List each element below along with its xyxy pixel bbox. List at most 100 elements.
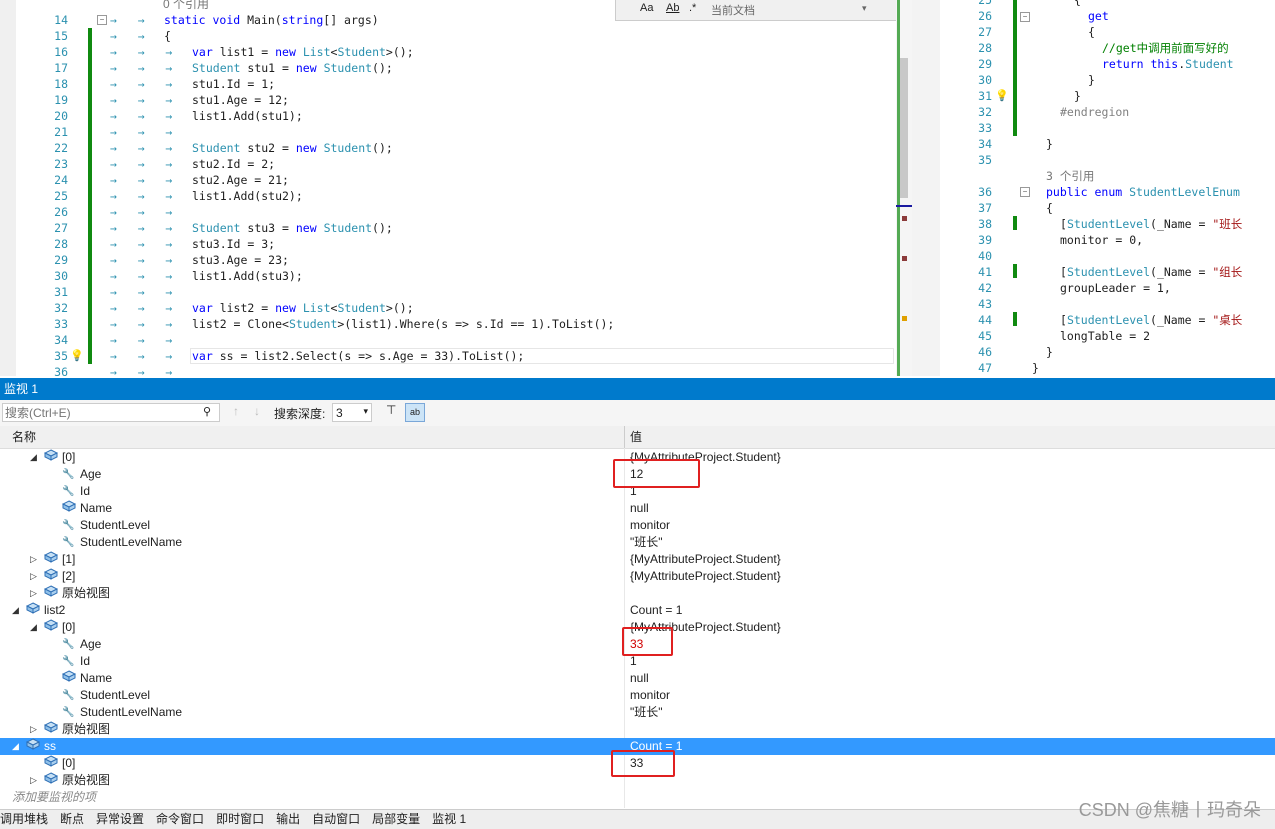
code-line[interactable]: 31} — [940, 88, 1275, 104]
code-line[interactable]: 34 → → → — [0, 332, 890, 348]
add-watch-hint[interactable]: 添加要监视的项 — [12, 788, 96, 805]
expand-arrow-icon[interactable]: ▷ — [30, 585, 37, 602]
match-case-icon[interactable]: Aa — [640, 2, 653, 14]
code-line[interactable]: 38 [StudentLevel(_Name = "班长 — [940, 216, 1275, 232]
code-line[interactable]: 44 [StudentLevel(_Name = "桌长 — [940, 312, 1275, 328]
search-box[interactable]: ⚲ — [2, 403, 220, 422]
column-divider[interactable] — [624, 426, 625, 448]
lightbulb-icon[interactable]: 💡 — [70, 349, 84, 362]
code-line[interactable]: 17 → → → Student stu1 = new Student(); — [0, 60, 890, 76]
code-line[interactable]: 20 → → → list1.Add(stu1); — [0, 108, 890, 124]
bottom-tab[interactable]: 局部变量 — [372, 812, 420, 826]
bottom-tab[interactable]: 命令窗口 — [156, 812, 204, 826]
code-editor-right[interactable]: 25 {26 get 27 {28 //get中调用前面写好的 29 return this.… — [940, 0, 1275, 376]
collapse-icon[interactable]: − — [1020, 12, 1030, 22]
pin-icon[interactable]: ⊤ — [386, 403, 396, 417]
code-line[interactable]: 19 → → → stu1.Age = 12; — [0, 92, 890, 108]
expand-arrow-icon[interactable]: ▷ — [30, 568, 37, 585]
code-line[interactable]: 43 — [940, 296, 1275, 312]
search-icon[interactable]: ⚲ — [203, 405, 211, 418]
arrow-down-icon[interactable]: ↓ — [254, 404, 260, 418]
watch-item-value[interactable]: "班长" — [630, 704, 663, 721]
watch-row[interactable]: ◢ list2 Count = 1 — [0, 602, 1275, 619]
bottom-tab[interactable]: 即时窗口 — [216, 812, 264, 826]
code-line[interactable]: 37 { — [940, 200, 1275, 216]
scope-select[interactable]: 当前文档 — [711, 2, 755, 18]
search-input[interactable] — [3, 404, 187, 421]
watch-item-value[interactable]: "班长" — [630, 534, 663, 551]
watch-item-value[interactable]: monitor — [630, 517, 670, 534]
watch-item-value[interactable]: monitor — [630, 687, 670, 704]
code-line[interactable]: 39 monitor = 0, — [940, 232, 1275, 248]
code-line[interactable]: 3 个引用 — [940, 168, 1275, 184]
bottom-tab[interactable]: 自动窗口 — [312, 812, 360, 826]
code-line[interactable]: 15 → → { — [0, 28, 890, 44]
code-line[interactable]: 33 — [940, 120, 1275, 136]
code-line[interactable]: 41 [StudentLevel(_Name = "组长 — [940, 264, 1275, 280]
watch-item-value[interactable]: Count = 1 — [630, 602, 682, 619]
code-line[interactable]: 34} — [940, 136, 1275, 152]
whole-word-icon[interactable]: Ab — [666, 2, 679, 14]
bottom-tab[interactable]: 异常设置 — [96, 812, 144, 826]
code-line[interactable]: 46} — [940, 344, 1275, 360]
collapse-arrow-icon[interactable]: ◢ — [12, 738, 19, 755]
code-line[interactable]: 28 → → → stu3.Id = 3; — [0, 236, 890, 252]
code-line[interactable]: 32 → → → var list2 = new List<Student>(); — [0, 300, 890, 316]
code-line[interactable]: 40 — [940, 248, 1275, 264]
collapse-arrow-icon[interactable]: ◢ — [30, 619, 37, 636]
expand-arrow-icon[interactable]: ▷ — [30, 721, 37, 738]
bottom-tab[interactable]: 监视 1 — [432, 812, 466, 826]
watch-row[interactable]: 🔧 StudentLevelName "班长" — [0, 704, 1275, 721]
code-line[interactable]: 29 → → → stu3.Age = 23; — [0, 252, 890, 268]
collapse-icon[interactable]: − — [97, 15, 107, 25]
code-line[interactable]: 47} — [940, 360, 1275, 376]
bottom-tab[interactable]: 调用堆栈 — [0, 812, 48, 826]
chevron-down-icon[interactable]: ▾ — [862, 3, 867, 14]
splitter[interactable] — [912, 0, 940, 376]
bottom-tab[interactable]: 输出 — [276, 812, 300, 826]
code-line[interactable]: 36 → → → — [0, 364, 890, 376]
arrow-up-icon[interactable]: ↑ — [233, 404, 239, 418]
lightbulb-icon[interactable]: 💡 — [995, 89, 1009, 102]
code-line[interactable]: 32 #endregion — [940, 104, 1275, 120]
collapse-icon[interactable]: − — [1020, 187, 1030, 197]
code-line[interactable]: 27 { — [940, 24, 1275, 40]
code-line[interactable]: 16 → → → var list1 = new List<Student>(); — [0, 44, 890, 60]
watch-row[interactable]: 🔧 StudentLevel monitor — [0, 517, 1275, 534]
code-editor-left[interactable]: 0 个引用 14 → → static void Main(string[] arg… — [0, 0, 912, 376]
code-line[interactable]: 22 → → → Student stu2 = new Student(); — [0, 140, 890, 156]
watch-item-value[interactable]: {MyAttributeProject.Student} — [630, 551, 781, 568]
watch-row[interactable]: Name null — [0, 670, 1275, 687]
code-line[interactable]: 36 public enum StudentLevelEnum — [940, 184, 1275, 200]
collapse-arrow-icon[interactable]: ◢ — [12, 602, 19, 619]
code-line[interactable]: 27 → → → Student stu3 = new Student(); — [0, 220, 890, 236]
watch-row[interactable]: ▷ [1] {MyAttributeProject.Student} — [0, 551, 1275, 568]
watch-row[interactable]: 🔧 StudentLevelName "班长" — [0, 534, 1275, 551]
watch-title[interactable]: 监视 1 — [0, 378, 1275, 400]
code-line[interactable]: 28 //get中调用前面写好的 — [940, 40, 1275, 56]
code-line[interactable]: 31 → → → — [0, 284, 890, 300]
watch-row[interactable]: ▷ 原始视图 — [0, 721, 1275, 738]
code-line[interactable]: 25 { — [940, 0, 1275, 8]
expand-arrow-icon[interactable]: ▷ — [30, 772, 37, 789]
depth-select[interactable]: 3 ▾ — [332, 403, 372, 422]
watch-row[interactable]: ▷ [2] {MyAttributeProject.Student} — [0, 568, 1275, 585]
watch-item-value[interactable]: {MyAttributeProject.Student} — [630, 568, 781, 585]
collapse-arrow-icon[interactable]: ◢ — [30, 449, 37, 466]
scroll-thumb[interactable] — [900, 58, 908, 198]
expand-arrow-icon[interactable]: ▷ — [30, 551, 37, 568]
regex-icon[interactable]: .* — [689, 2, 696, 14]
code-line[interactable]: 26 get — [940, 8, 1275, 24]
code-line[interactable]: 21 → → → — [0, 124, 890, 140]
bottom-tab[interactable]: 断点 — [60, 812, 84, 826]
watch-item-value[interactable]: null — [630, 670, 649, 687]
scrollbar-overview[interactable] — [896, 0, 912, 376]
code-line[interactable]: 29 return this.Student — [940, 56, 1275, 72]
code-line[interactable]: 45 longTable = 2 — [940, 328, 1275, 344]
code-line[interactable]: 35 — [940, 152, 1275, 168]
code-line[interactable]: 25 → → → list1.Add(stu2); — [0, 188, 890, 204]
code-line[interactable]: 18 → → → stu1.Id = 1; — [0, 76, 890, 92]
col-name-header[interactable]: 名称 — [12, 426, 36, 448]
code-line[interactable]: 33 → → → list2 = Clone<Student>(list1).Whe… — [0, 316, 890, 332]
code-line[interactable]: 24 → → → stu2.Age = 21; — [0, 172, 890, 188]
